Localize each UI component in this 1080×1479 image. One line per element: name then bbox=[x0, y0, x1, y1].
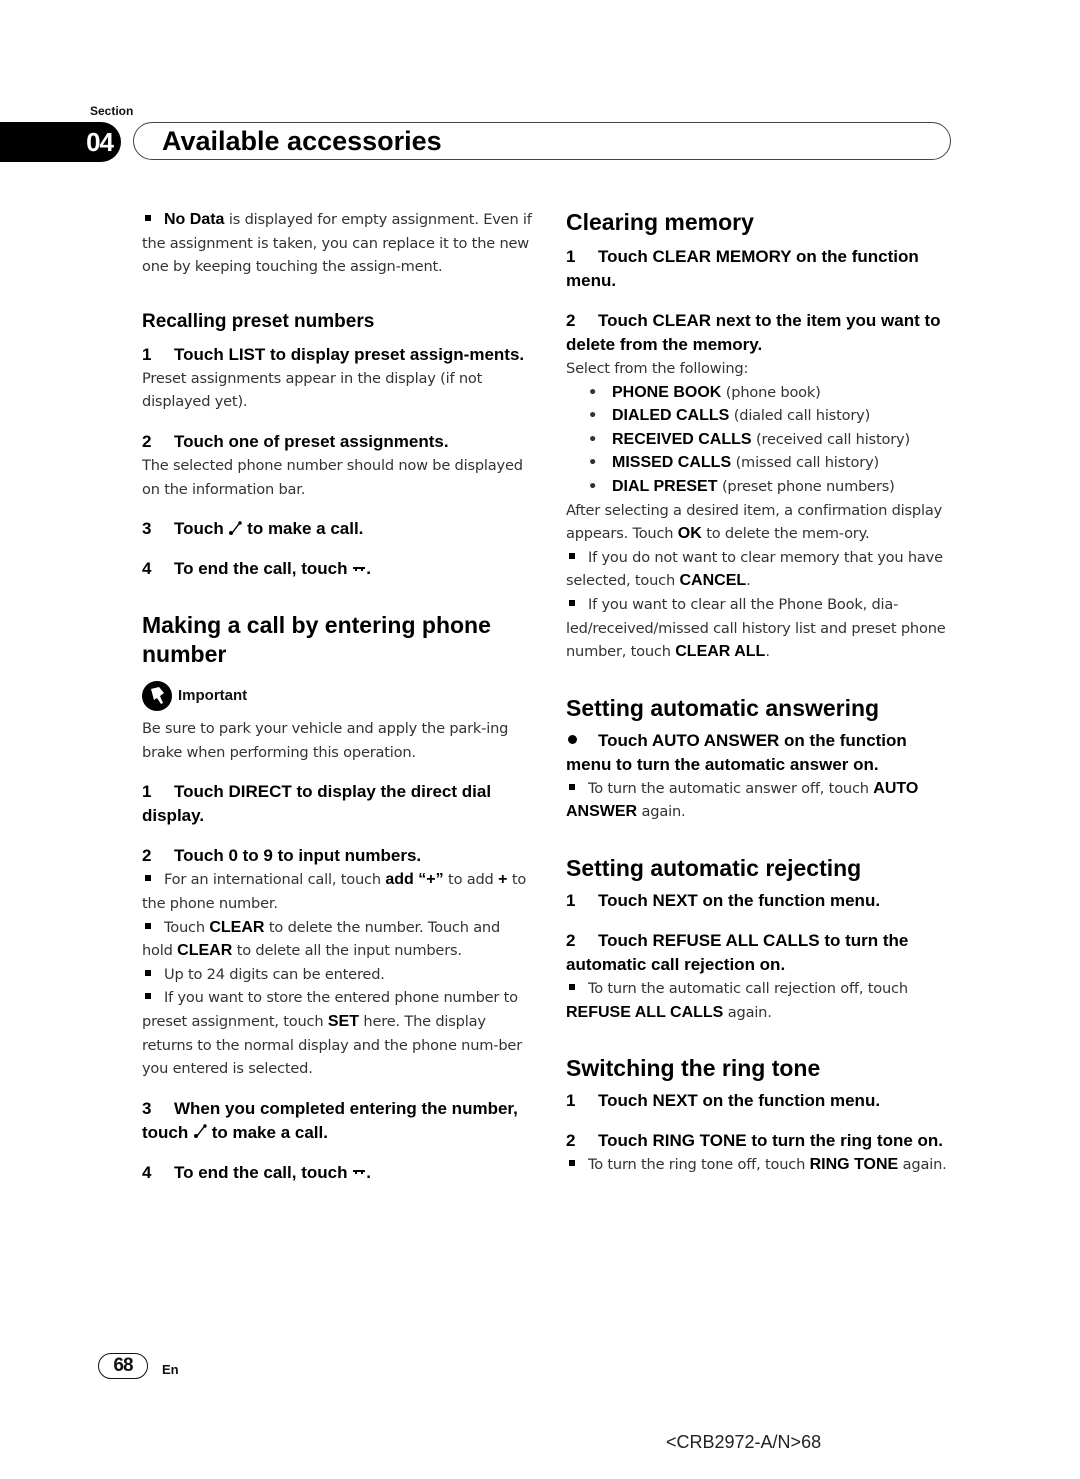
bullet-dot-icon: • bbox=[588, 454, 598, 472]
direct-note-4: If you want to store the entered phone n… bbox=[142, 989, 522, 1078]
direct-step-1: 1 Touch DIRECT to display the direct dial… bbox=[142, 782, 492, 826]
important-label: Important bbox=[178, 687, 248, 705]
important-notice: Important bbox=[142, 681, 532, 712]
pushpin-important-icon bbox=[142, 681, 172, 712]
right-column: Clearing memory 1 Touch CLEAR MEMORY on t… bbox=[566, 208, 956, 1177]
important-text: Be sure to park your vehicle and apply t… bbox=[142, 720, 509, 761]
bullet-dot-icon: • bbox=[588, 430, 598, 448]
square-bullet-icon bbox=[145, 922, 151, 929]
left-column: No Data is displayed for empty assignmen… bbox=[142, 208, 532, 1185]
section-label: Section bbox=[90, 104, 134, 118]
phone-hangup-icon bbox=[353, 566, 366, 571]
section-title: Available accessories bbox=[162, 126, 442, 156]
recall-step-2: 2 Touch one of preset assignments. bbox=[142, 431, 449, 451]
document-code: <CRB2972-A/N>68 bbox=[666, 1432, 822, 1452]
auto-answer-note: To turn the automatic answer off, touch … bbox=[566, 779, 919, 821]
phone-call-icon bbox=[194, 1124, 207, 1139]
recall-step-4: 4 To end the call, touch . bbox=[142, 559, 371, 579]
bullet-dot-icon: • bbox=[588, 407, 598, 425]
phone-call-icon bbox=[229, 520, 243, 535]
square-bullet-icon bbox=[569, 1160, 575, 1167]
clear-item: • RECEIVED CALLS (received call history) bbox=[566, 428, 956, 452]
recall-step-3: 3 Touch to make a call. bbox=[142, 519, 364, 539]
no-data-term: No Data bbox=[164, 211, 225, 228]
phone-hangup-icon bbox=[353, 1170, 366, 1175]
making-call-heading: Making a call by entering phone number bbox=[142, 612, 491, 668]
recall-step-2-desc: The selected phone number should now be … bbox=[142, 456, 523, 498]
recall-step-1: 1 Touch LIST to display preset assign-men… bbox=[142, 344, 525, 364]
reject-step-2: 2 Touch REFUSE ALL CALLS to turn the auto… bbox=[566, 930, 909, 974]
ring-tone-heading: Switching the ring tone bbox=[566, 1055, 821, 1082]
page-number: 68 bbox=[98, 1353, 148, 1379]
clear-item: • DIAL PRESET (preset phone numbers) bbox=[566, 475, 956, 499]
bullet-dot-icon: • bbox=[588, 383, 598, 401]
clear-step-2: 2 Touch CLEAR next to the item you want t… bbox=[566, 311, 941, 354]
recall-step-1-desc: Preset assignments appear in the display… bbox=[142, 369, 483, 411]
reject-step-1: 1 Touch NEXT on the function menu. bbox=[566, 890, 881, 910]
direct-step-2: 2 Touch 0 to 9 to input numbers. bbox=[142, 846, 422, 866]
clearing-memory-heading: Clearing memory bbox=[566, 209, 754, 235]
section-number-badge: 04 bbox=[0, 122, 121, 162]
square-bullet-icon bbox=[569, 599, 575, 606]
round-bullet-icon bbox=[568, 734, 577, 744]
direct-step-3: 3 When you completed entering the number,… bbox=[142, 1098, 518, 1142]
square-bullet-icon bbox=[145, 993, 151, 1000]
ring-step-1: 1 Touch NEXT on the function menu. bbox=[566, 1091, 881, 1111]
confirmation-text: After selecting a desired item, a confir… bbox=[566, 501, 943, 543]
square-bullet-icon bbox=[569, 783, 575, 790]
square-bullet-icon bbox=[145, 969, 151, 976]
auto-answer-heading: Setting automatic answering bbox=[566, 694, 880, 721]
square-bullet-icon bbox=[569, 552, 575, 559]
direct-note-1: For an international call, touch add “+”… bbox=[142, 871, 527, 912]
reject-note: To turn the automatic call rejection off… bbox=[566, 979, 908, 1021]
auto-answer-step: Touch AUTO ANSWER on the function menu t… bbox=[566, 730, 907, 774]
square-bullet-icon bbox=[145, 215, 151, 221]
clear-item: • DIALED CALLS (dialed call history) bbox=[566, 404, 956, 428]
square-bullet-icon bbox=[145, 875, 151, 882]
recalling-preset-heading: Recalling preset numbers bbox=[142, 310, 375, 332]
square-bullet-icon bbox=[569, 983, 575, 990]
language-code: En bbox=[162, 1362, 179, 1377]
ring-note: To turn the ring tone off, touch RING TO… bbox=[566, 1153, 956, 1177]
clear-item: • MISSED CALLS (missed call history) bbox=[566, 451, 956, 475]
direct-step-4: 4 To end the call, touch . bbox=[142, 1162, 371, 1182]
auto-reject-heading: Setting automatic rejecting bbox=[566, 854, 862, 881]
clear-note-1: If you do not want to clear memory that … bbox=[566, 548, 943, 590]
select-text: Select from the following: bbox=[566, 360, 749, 377]
clear-step-1: 1 Touch CLEAR MEMORY on the function menu… bbox=[566, 247, 919, 290]
intro-note: No Data is displayed for empty assignmen… bbox=[142, 208, 532, 279]
direct-note-2: Touch CLEAR to delete the number. Touch … bbox=[142, 918, 501, 960]
direct-note-3: Up to 24 digits can be entered. bbox=[142, 963, 532, 987]
clear-note-2: If you want to clear all the Phone Book,… bbox=[566, 595, 946, 661]
bullet-dot-icon: • bbox=[588, 477, 598, 495]
clear-item: • PHONE BOOK (phone book) bbox=[566, 381, 956, 405]
ring-step-2: 2 Touch RING TONE to turn the ring tone o… bbox=[566, 1131, 944, 1151]
